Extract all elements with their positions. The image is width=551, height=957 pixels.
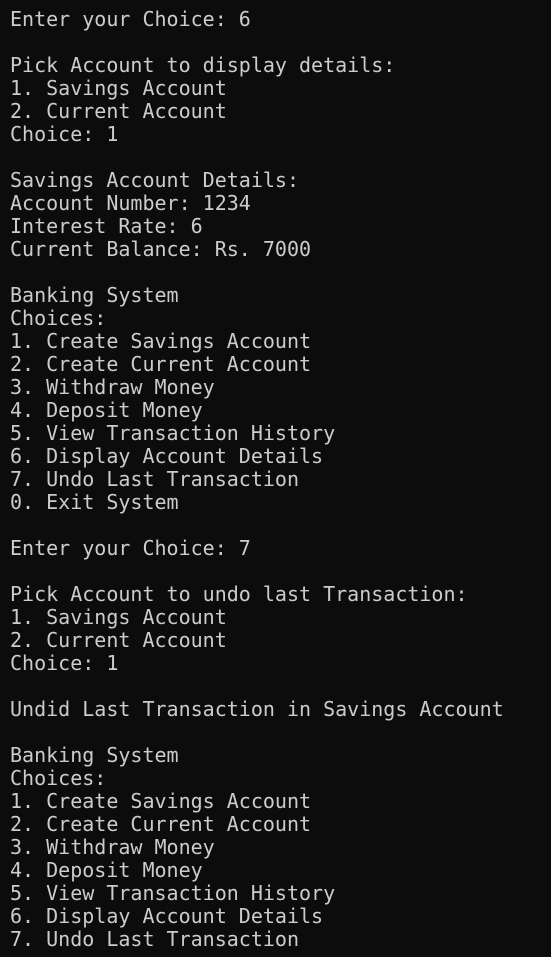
option-current-account: 2. Current Account bbox=[10, 628, 227, 652]
option-savings-account: 1. Savings Account bbox=[10, 605, 227, 629]
choice-line: Choice: 1 bbox=[10, 122, 119, 146]
menu-item-view-history: 5. View Transaction History bbox=[10, 881, 336, 905]
account-details-heading: Savings Account Details: bbox=[10, 168, 299, 192]
menu-choices-label: Choices: bbox=[10, 766, 107, 790]
menu-item-display-details: 6. Display Account Details bbox=[10, 904, 324, 928]
menu-item-undo: 7. Undo Last Transaction bbox=[10, 927, 299, 951]
menu-title: Banking System bbox=[10, 743, 179, 767]
prompt-line: Enter your Choice: 6 bbox=[10, 7, 251, 31]
interest-rate-line: Interest Rate: 6 bbox=[10, 214, 203, 238]
menu-title: Banking System bbox=[10, 283, 179, 307]
undo-result-message: Undid Last Transaction in Savings Accoun… bbox=[10, 697, 504, 721]
menu-item-create-current: 2. Create Current Account bbox=[10, 352, 312, 376]
option-savings-account: 1. Savings Account bbox=[10, 76, 227, 100]
choice-line: Choice: 1 bbox=[10, 651, 119, 675]
menu-item-create-savings: 1. Create Savings Account bbox=[10, 329, 312, 353]
menu-item-display-details: 6. Display Account Details bbox=[10, 444, 324, 468]
terminal-window[interactable]: Enter your Choice: 6 Pick Account to dis… bbox=[0, 0, 551, 957]
option-current-account: 2. Current Account bbox=[10, 99, 227, 123]
menu-item-deposit: 4. Deposit Money bbox=[10, 858, 203, 882]
prompt-line: Enter your Choice: 7 bbox=[10, 536, 251, 560]
menu-item-view-history: 5. View Transaction History bbox=[10, 421, 336, 445]
account-number-line: Account Number: 1234 bbox=[10, 191, 251, 215]
display-details-prompt: Pick Account to display details: bbox=[10, 53, 396, 77]
menu-item-withdraw: 3. Withdraw Money bbox=[10, 375, 215, 399]
menu-item-withdraw: 3. Withdraw Money bbox=[10, 835, 215, 859]
menu-item-exit: 0. Exit System bbox=[10, 490, 179, 514]
menu-item-create-current: 2. Create Current Account bbox=[10, 812, 312, 836]
current-balance-line: Current Balance: Rs. 7000 bbox=[10, 237, 312, 261]
menu-item-undo: 7. Undo Last Transaction bbox=[10, 467, 299, 491]
menu-item-deposit: 4. Deposit Money bbox=[10, 398, 203, 422]
menu-item-create-savings: 1. Create Savings Account bbox=[10, 789, 312, 813]
menu-choices-label: Choices: bbox=[10, 306, 107, 330]
undo-account-prompt: Pick Account to undo last Transaction: bbox=[10, 582, 468, 606]
